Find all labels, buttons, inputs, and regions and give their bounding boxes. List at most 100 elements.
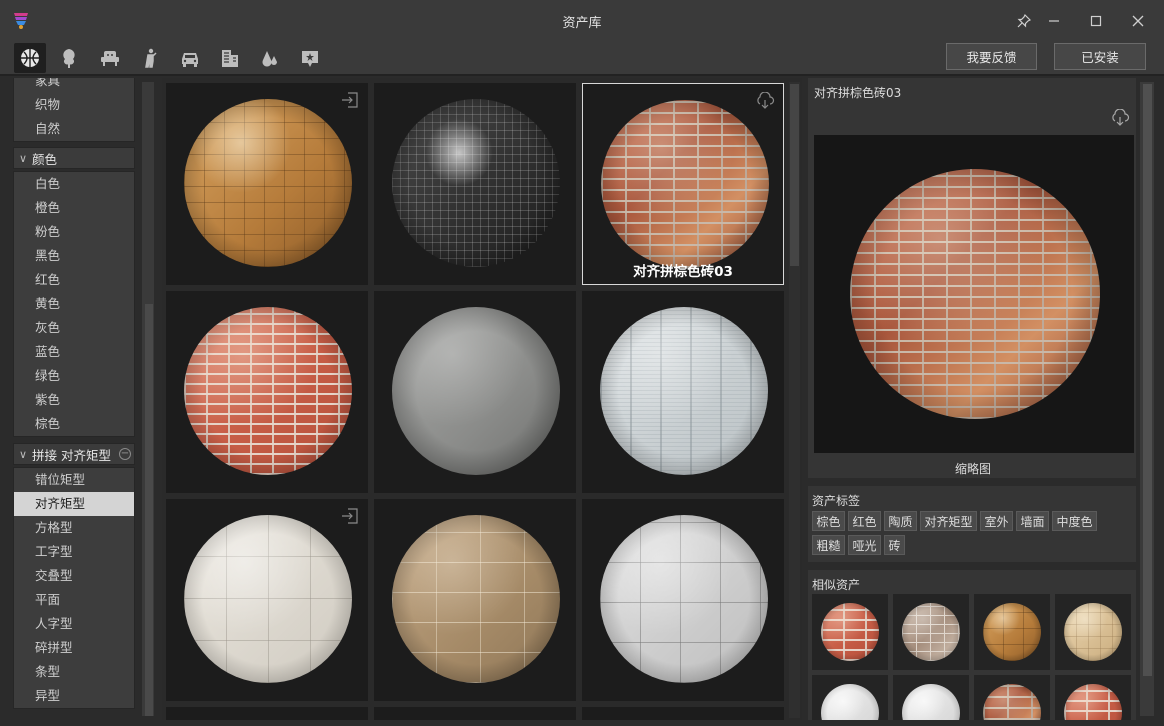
globe-icon[interactable]	[14, 43, 46, 73]
title-bar: 资产库	[0, 0, 1164, 40]
feedback-button[interactable]: 我要反馈	[946, 43, 1037, 70]
chevron-down-icon: ∨	[18, 447, 28, 461]
list-item[interactable]: 绿色	[14, 364, 134, 388]
similar-asset-card[interactable]	[812, 675, 888, 720]
asset-card[interactable]	[374, 707, 576, 720]
asset-card[interactable]	[374, 83, 576, 285]
similar-asset-card[interactable]	[1055, 675, 1131, 720]
category-toolbar: 我要反馈 已安装	[0, 40, 1164, 76]
list-item[interactable]: 异型	[14, 684, 134, 708]
list-item[interactable]: 人字型	[14, 612, 134, 636]
list-item[interactable]: 家具	[14, 78, 134, 93]
list-item-selected[interactable]: 对齐矩型	[14, 492, 134, 516]
tree-icon[interactable]	[53, 43, 85, 73]
list-item[interactable]: 蓝色	[14, 340, 134, 364]
asset-card[interactable]	[166, 83, 368, 285]
pin-icon[interactable]	[1011, 8, 1037, 34]
tag-chip[interactable]: 陶质	[884, 511, 917, 531]
sidebar-scroll-thumb[interactable]	[145, 304, 153, 716]
asset-card[interactable]	[582, 291, 784, 493]
detail-scroll-thumb[interactable]	[1143, 84, 1152, 676]
material-preview	[850, 169, 1100, 419]
asset-card[interactable]	[166, 707, 368, 720]
list-item[interactable]: 工字型	[14, 540, 134, 564]
tag-chip[interactable]: 墙面	[1016, 511, 1049, 531]
import-icon[interactable]	[340, 91, 360, 109]
list-item[interactable]: 方格型	[14, 516, 134, 540]
material-preview	[1064, 603, 1122, 661]
building-icon[interactable]	[214, 43, 246, 73]
tag-chip[interactable]: 砖	[884, 535, 905, 555]
cloud-download-icon[interactable]	[755, 92, 775, 110]
list-item[interactable]: 织物	[14, 93, 134, 117]
asset-card[interactable]	[374, 499, 576, 701]
list-item[interactable]: 条型	[14, 660, 134, 684]
material-preview	[983, 684, 1041, 720]
minimize-button[interactable]	[1041, 8, 1067, 34]
similar-asset-card[interactable]	[974, 594, 1050, 670]
asset-card[interactable]	[582, 707, 784, 720]
similar-asset-card[interactable]	[812, 594, 888, 670]
material-preview	[821, 603, 879, 661]
list-item[interactable]: 粉色	[14, 220, 134, 244]
import-icon[interactable]	[340, 507, 360, 525]
material-preview	[184, 99, 352, 267]
list-item[interactable]: 黄色	[14, 292, 134, 316]
close-button[interactable]	[1125, 8, 1151, 34]
clear-filter-icon[interactable]: −	[118, 448, 131, 460]
maximize-button[interactable]	[1083, 8, 1109, 34]
list-item[interactable]: 棕色	[14, 412, 134, 436]
person-icon[interactable]	[134, 43, 166, 73]
tag-chip[interactable]: 室外	[980, 511, 1013, 531]
list-item[interactable]: 黑色	[14, 244, 134, 268]
installed-button[interactable]: 已安装	[1054, 43, 1146, 70]
list-item[interactable]: 平面	[14, 588, 134, 612]
material-preview	[902, 603, 960, 661]
tag-chip[interactable]: 哑光	[848, 535, 881, 555]
chevron-down-icon: ∨	[18, 151, 28, 165]
tag-chip[interactable]: 粗糙	[812, 535, 845, 555]
asset-card[interactable]	[374, 291, 576, 493]
similar-asset-card[interactable]	[893, 675, 969, 720]
tag-chip[interactable]: 棕色	[812, 511, 845, 531]
list-item[interactable]: 错位矩型	[14, 468, 134, 492]
asset-card-selected[interactable]: 对齐拼棕色砖03	[582, 83, 784, 285]
asset-card[interactable]	[166, 499, 368, 701]
material-preview	[601, 100, 769, 268]
car-icon[interactable]	[174, 43, 206, 73]
pattern-group-header[interactable]: ∨ 拼接 对齐矩型 −	[13, 443, 135, 465]
similar-asset-card[interactable]	[974, 675, 1050, 720]
similar-asset-card[interactable]	[1055, 594, 1131, 670]
tag-chip[interactable]: 中度色	[1052, 511, 1097, 531]
asset-card[interactable]	[582, 499, 784, 701]
tags-title: 资产标签	[812, 494, 861, 508]
drops-icon[interactable]	[254, 43, 286, 73]
list-item[interactable]: 灰色	[14, 316, 134, 340]
sign-icon[interactable]	[294, 43, 326, 73]
similar-asset-card[interactable]	[893, 594, 969, 670]
grid-scroll-thumb[interactable]	[790, 84, 799, 266]
list-item[interactable]: 自然	[14, 117, 134, 141]
list-item[interactable]: 紫色	[14, 388, 134, 412]
pattern-list: 错位矩型 对齐矩型 方格型 工字型 交叠型 平面 人字型 碎拼型 条型 异型	[13, 467, 135, 709]
material-preview	[600, 515, 768, 683]
list-item[interactable]: 红色	[14, 268, 134, 292]
tag-chip[interactable]: 红色	[848, 511, 881, 531]
list-item[interactable]: 白色	[14, 172, 134, 196]
group-title: 拼接 对齐矩型	[32, 447, 111, 463]
asset-title: 对齐拼棕色砖03	[814, 86, 902, 100]
material-preview	[983, 603, 1041, 661]
color-group-header[interactable]: ∨ 颜色	[13, 147, 135, 169]
asset-tags-section: 资产标签 棕色 红色 陶质 对齐矩型 室外 墙面 中度色 粗糙 哑光 砖	[808, 486, 1136, 562]
list-item[interactable]: 碎拼型	[14, 636, 134, 660]
list-item[interactable]: 交叠型	[14, 564, 134, 588]
material-preview	[1064, 684, 1122, 720]
cloud-download-icon[interactable]	[1110, 109, 1130, 127]
list-item[interactable]: 橙色	[14, 196, 134, 220]
group-title: 颜色	[32, 151, 58, 167]
tag-chip[interactable]: 对齐矩型	[920, 511, 977, 531]
thumbnail-preview	[814, 135, 1134, 453]
material-preview	[600, 307, 768, 475]
armchair-icon[interactable]	[94, 43, 126, 73]
asset-card[interactable]	[166, 291, 368, 493]
